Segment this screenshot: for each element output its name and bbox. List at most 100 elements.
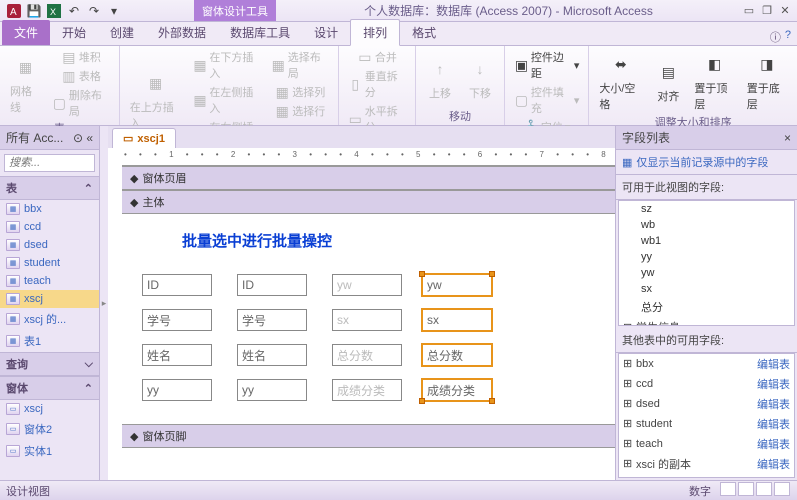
nav-item[interactable]: ▦teach xyxy=(0,272,99,290)
textbox-control[interactable]: 学号 xyxy=(237,309,307,331)
nav-pane-header[interactable]: 所有 Acc... ⊙ « xyxy=(0,126,99,150)
section-footer-bar[interactable]: ◆窗体页脚 xyxy=(122,424,615,448)
gridlines-button[interactable]: ▦网格线 xyxy=(6,48,45,120)
textbox-control[interactable]: 姓名 xyxy=(237,344,307,366)
nav-section-queries[interactable]: 查询⌵ xyxy=(0,352,99,376)
label-control[interactable]: ID xyxy=(142,274,212,296)
tab-format[interactable]: 格式 xyxy=(400,20,448,45)
help-icon[interactable]: ? xyxy=(785,29,791,45)
selection-handle[interactable] xyxy=(489,271,495,277)
nav-section-forms[interactable]: 窗体⌃ xyxy=(0,376,99,400)
field-list-header[interactable]: 字段列表× xyxy=(616,126,797,150)
edit-table-link[interactable]: 编辑表 xyxy=(757,436,790,452)
tab-arrange[interactable]: 排列 xyxy=(350,19,400,46)
qat-more-icon[interactable]: ▾ xyxy=(105,2,123,20)
undo-icon[interactable]: ↶ xyxy=(65,2,83,20)
nav-item[interactable]: ▭实体1 xyxy=(0,440,99,462)
edit-table-link[interactable]: 编辑表 xyxy=(757,456,790,472)
merge-button[interactable]: ▭合并 xyxy=(345,48,409,66)
tab-file[interactable]: 文件 xyxy=(2,20,50,45)
other-table-row[interactable]: ⊞student编辑表 xyxy=(619,414,794,434)
other-tables-list[interactable]: ⊞bbx编辑表 ⊞ccd编辑表 ⊞dsed编辑表 ⊞student编辑表 ⊞te… xyxy=(618,353,795,479)
doc-tab[interactable]: ▭xscj1 xyxy=(112,128,176,148)
nav-item[interactable]: ▦student xyxy=(0,254,99,272)
remove-layout-button[interactable]: ▢删除布局 xyxy=(49,86,113,120)
nav-item[interactable]: ▭xscj xyxy=(0,400,99,418)
nav-item[interactable]: ▦ccd xyxy=(0,218,99,236)
textbox-control[interactable]: ID xyxy=(237,274,307,296)
textbox-control-selected[interactable]: sx xyxy=(422,309,492,331)
close-icon[interactable]: × xyxy=(784,131,791,145)
margins-button[interactable]: ▣控件边距 ▾ xyxy=(511,48,582,82)
edit-table-link[interactable]: 编辑表 xyxy=(757,376,790,392)
nav-item[interactable]: ▦dsed xyxy=(0,236,99,254)
other-table-row[interactable]: ⊞xsci 的副本编辑表 xyxy=(619,454,794,474)
nav-item[interactable]: ▦xscj 的... xyxy=(0,308,99,330)
other-table-row[interactable]: ⊞bbx编辑表 xyxy=(619,354,794,374)
edit-table-link[interactable]: 编辑表 xyxy=(757,416,790,432)
label-control[interactable]: yy xyxy=(142,379,212,401)
field-item[interactable]: yw xyxy=(619,265,794,281)
minimize-icon[interactable]: ▭ xyxy=(741,4,757,18)
nav-item[interactable]: ▦表1 xyxy=(0,330,99,352)
sizespace-button[interactable]: ⬌大小/空格 xyxy=(595,48,646,114)
bring-front-button[interactable]: ◧置于顶层 xyxy=(690,48,738,114)
field-tree-node[interactable]: ⊟学生信息 xyxy=(619,317,794,326)
nav-splitter[interactable]: ▸ xyxy=(100,126,108,480)
field-item[interactable]: wb1 xyxy=(619,233,794,249)
selection-handle[interactable] xyxy=(419,398,425,404)
textbox-control-selected[interactable]: 成绩分类 xyxy=(422,379,492,401)
restore-icon[interactable]: ❐ xyxy=(759,4,775,18)
tab-dbtools[interactable]: 数据库工具 xyxy=(218,20,302,45)
insert-below-button[interactable]: ▦在下方插入 xyxy=(189,48,263,82)
app-icon[interactable]: A xyxy=(5,2,23,20)
label-control[interactable]: yw xyxy=(332,274,402,296)
redo-icon[interactable]: ↷ xyxy=(85,2,103,20)
align-button[interactable]: ▤对齐 xyxy=(650,48,686,114)
field-item[interactable]: yy xyxy=(619,249,794,265)
textbox-control-selected[interactable]: 总分数 xyxy=(422,344,492,366)
close-icon[interactable]: ✕ xyxy=(777,4,793,18)
field-item[interactable]: 总分 xyxy=(619,297,794,317)
tab-create[interactable]: 创建 xyxy=(98,20,146,45)
label-control[interactable]: 成绩分类 xyxy=(332,379,402,401)
form-designer[interactable]: ◆窗体页眉 ◆主体 批量选中进行批量操控 ID 学号 姓名 yy ID 学号 姓… xyxy=(108,148,615,480)
field-item[interactable]: wb xyxy=(619,217,794,233)
tabular-button[interactable]: ▥表格 xyxy=(49,67,113,85)
selection-handle[interactable] xyxy=(489,398,495,404)
view-switcher[interactable] xyxy=(719,482,791,499)
select-layout-button[interactable]: ▦选择布局 xyxy=(268,48,332,82)
select-col-button[interactable]: ▦选择列 xyxy=(268,83,332,101)
tab-design[interactable]: 设计 xyxy=(302,20,350,45)
excel-icon[interactable]: X xyxy=(45,2,63,20)
textbox-control[interactable]: yy xyxy=(237,379,307,401)
selection-handle[interactable] xyxy=(419,271,425,277)
label-control[interactable]: 总分数 xyxy=(332,344,402,366)
label-control[interactable]: sx xyxy=(332,309,402,331)
textbox-control-selected[interactable]: yw xyxy=(422,274,492,296)
edit-table-link[interactable]: 编辑表 xyxy=(757,356,790,372)
nav-item-selected[interactable]: ▦xscj xyxy=(0,290,99,308)
label-control[interactable]: 姓名 xyxy=(142,344,212,366)
available-fields-list[interactable]: sz wb wb1 yy yw sx 总分 ⊟学生信息 学生信息.FileDat… xyxy=(618,200,795,326)
other-table-row[interactable]: ⊞ccd编辑表 xyxy=(619,374,794,394)
chevron-down-icon[interactable]: ⊙ « xyxy=(73,131,93,145)
section-detail-bar[interactable]: ◆主体 xyxy=(122,190,615,214)
field-item[interactable]: sz xyxy=(619,201,794,217)
form-title-label[interactable]: 批量选中进行批量操控 xyxy=(182,230,332,251)
section-header-bar[interactable]: ◆窗体页眉 xyxy=(122,166,615,190)
other-table-row[interactable]: ⊞teach编辑表 xyxy=(619,434,794,454)
edit-table-link[interactable]: 编辑表 xyxy=(757,396,790,412)
field-item[interactable]: sx xyxy=(619,281,794,297)
send-back-button[interactable]: ◨置于底层 xyxy=(743,48,791,114)
tab-external[interactable]: 外部数据 xyxy=(146,20,218,45)
nav-section-tables[interactable]: 表⌃ xyxy=(0,176,99,200)
nav-item[interactable]: ▦bbx xyxy=(0,200,99,218)
nav-item[interactable]: ▭窗体2 xyxy=(0,418,99,440)
padding-button[interactable]: ▢控件填充 ▾ xyxy=(511,83,582,117)
nav-search-input[interactable] xyxy=(4,154,95,172)
move-up-button[interactable]: ↑上移 xyxy=(422,48,458,108)
detail-section[interactable]: 批量选中进行批量操控 ID 学号 姓名 yy ID 学号 姓名 yy yw sx… xyxy=(122,214,615,424)
other-table-row[interactable]: ⊞dsed编辑表 xyxy=(619,394,794,414)
ribbon-minimize-icon[interactable]: ⓘ xyxy=(770,29,781,45)
